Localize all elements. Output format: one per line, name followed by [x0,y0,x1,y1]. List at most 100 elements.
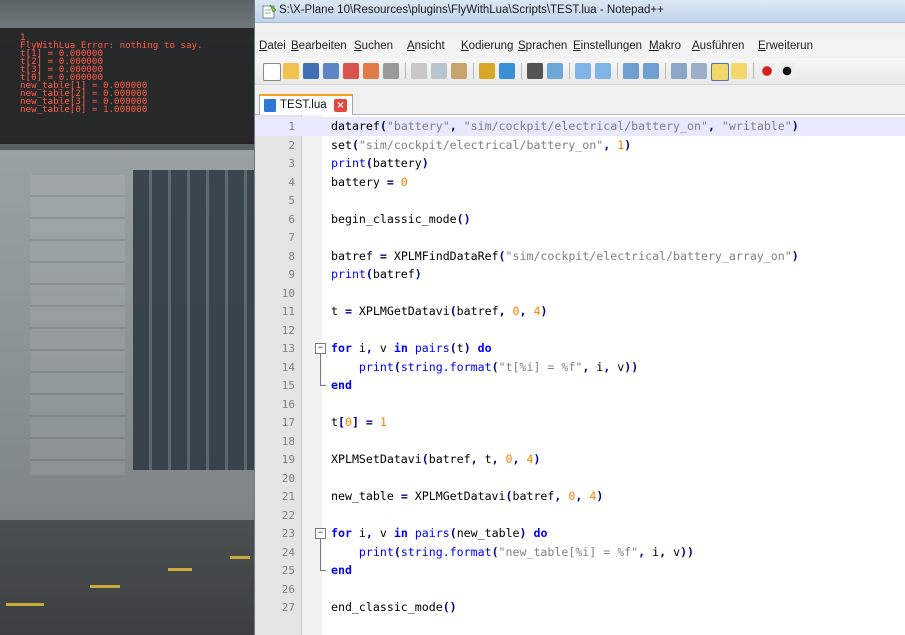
copy-icon[interactable] [431,63,447,79]
code-line[interactable]: 12 [255,321,905,340]
code-line[interactable]: 19 XPLMSetDatavi(batref, t, 0, 4) [255,450,905,469]
code-token: ( [365,156,373,170]
code-token: ( [351,137,359,152]
menu-item-sprachen[interactable]: Sprachen [518,40,567,52]
menu-item-ansicht[interactable]: Ansicht [407,40,445,52]
code-line[interactable]: 25 end [255,561,905,580]
code-line[interactable]: 1 dataref("battery", "sim/cockpit/electri… [255,117,905,136]
code-text: end [331,563,352,577]
close-all-icon[interactable] [363,63,379,79]
code-token: string.format [400,359,492,374]
menu-item-ausführen[interactable]: Ausführen [692,40,744,52]
code-line[interactable]: 13 − for i, v in pairs(t) do [255,339,905,358]
toolbar-separator [521,63,522,79]
fold-toggle-icon[interactable]: − [315,343,326,354]
tab-close-icon[interactable]: × [334,99,347,112]
code-line[interactable]: 18 [255,432,905,451]
code-line[interactable]: 16 [255,395,905,414]
sync-vertical-icon[interactable] [623,63,639,79]
menu-item-datei[interactable]: Datei [259,40,286,52]
replace-icon[interactable] [547,63,563,79]
print-icon[interactable] [383,63,399,79]
code-token: ( [491,359,499,374]
line-number: 6 [288,212,295,226]
code-token: XPLMFindDataRef [386,248,499,263]
line-number: 4 [288,175,295,189]
menu-item-makro[interactable]: Makro [649,40,681,52]
code-token: () [442,600,457,614]
toolbar-separator [473,63,474,79]
undo-icon[interactable] [479,63,495,79]
toolbar [255,58,905,85]
word-wrap-icon[interactable] [671,63,687,79]
fold-toggle-icon[interactable]: − [315,528,326,539]
find-icon[interactable] [527,63,543,79]
menu-item-einstellungen[interactable]: Einstellungen [573,40,642,52]
code-token: i [351,526,366,540]
code-line[interactable]: 27 end_classic_mode() [255,598,905,617]
code-line[interactable]: 10 [255,284,905,303]
code-line[interactable]: 3 print(battery) [255,154,905,173]
code-token: ( [449,526,457,540]
line-number: 9 [288,268,295,281]
code-token: batref [512,489,555,503]
show-all-chars-icon[interactable] [691,63,707,79]
code-line[interactable]: 8 batref = XPLMFindDataRef("sim/cockpit/e… [255,247,905,266]
line-number: 26 [281,582,295,596]
code-line[interactable]: 24 print(string.format("new_table[%i] = … [255,543,905,562]
line-number: 21 [281,490,295,503]
code-token: = [379,248,387,263]
redo-icon[interactable] [499,63,515,79]
menu-item-kodierung[interactable]: Kodierung [461,40,513,52]
paste-icon[interactable] [451,63,467,79]
code-line[interactable]: 17 t[0] = 1 [255,413,905,432]
code-token: , [582,359,597,374]
code-token: ) [519,526,527,540]
code-editor[interactable]: 1 dataref("battery", "sim/cockpit/electri… [255,115,905,635]
menu-item-bearbeiten[interactable]: Bearbeiten [291,40,347,52]
sync-horizontal-icon[interactable] [643,63,659,79]
code-line[interactable]: 4 battery = 0 [255,173,905,192]
menu-item-suchen[interactable]: Suchen [354,40,393,52]
code-line[interactable]: 14 print(string.format("t[%i] = %f", i, … [255,358,905,377]
code-line[interactable]: 23 − for i, v in pairs(new_table) do [255,524,905,543]
code-line[interactable]: 2 set("sim/cockpit/electrical/battery_on"… [255,136,905,155]
macro-stop-icon[interactable] [779,63,795,79]
zoom-in-icon[interactable] [575,63,591,79]
doc-map-icon[interactable] [731,63,747,79]
cut-icon[interactable] [411,63,427,79]
code-line[interactable]: 15 end [255,376,905,395]
code-line[interactable]: 5 [255,191,905,210]
open-file-icon[interactable] [283,63,299,79]
code-line[interactable]: 6 begin_classic_mode() [255,210,905,229]
code-token: t [331,304,345,318]
save-all-icon[interactable] [323,63,339,79]
code-line[interactable]: 22 [255,506,905,525]
menu-bar: Datei Bearbeiten Suchen Ansicht Kodierung Spr… [255,37,905,57]
code-line[interactable]: 20 [255,469,905,488]
code-line[interactable]: 21 new_table = XPLMGetDatavi(batref, 0, 4… [255,487,905,506]
code-token: pairs [414,526,450,540]
indent-guide-icon[interactable] [711,63,729,81]
title-bar[interactable]: S:\X-Plane 10\Resources\plugins\FlyWithL… [255,0,905,23]
code-token: ( [393,359,401,374]
code-line[interactable]: 11 t = XPLMGetDatavi(batref, 0, 4) [255,302,905,321]
close-icon[interactable] [343,63,359,79]
code-text: t = XPLMGetDatavi(batref, 0, 4) [331,304,547,318]
macro-record-icon[interactable] [759,63,775,79]
notepadpp-window[interactable]: S:\X-Plane 10\Resources\plugins\FlyWithL… [254,0,905,635]
code-token: , [603,137,618,152]
zoom-out-icon[interactable] [595,63,611,79]
code-text: print(battery) [331,156,429,170]
code-line[interactable]: 9 print(batref) [255,265,905,284]
code-line[interactable]: 26 [255,580,905,599]
tab-test-lua[interactable]: TEST.lua × [259,94,353,116]
code-line[interactable]: 7 [255,228,905,247]
new-file-icon[interactable] [263,63,281,81]
code-token: string.format [400,544,492,559]
save-icon[interactable] [303,63,319,79]
menu-item-erweiterun[interactable]: Erweiterun [758,40,813,52]
